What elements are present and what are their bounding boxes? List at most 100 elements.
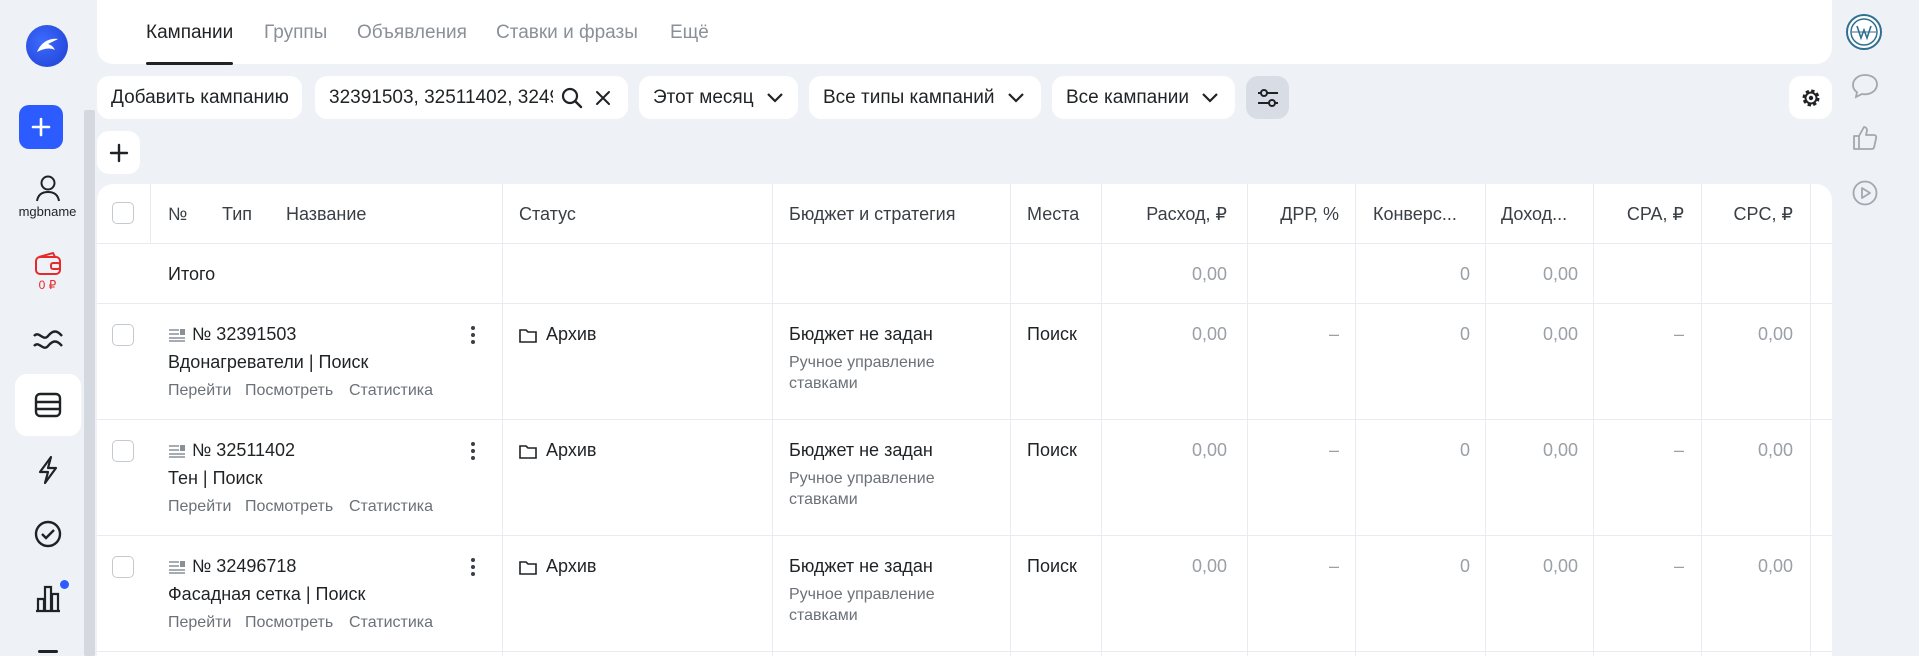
campaign-budget: Бюджет не задан: [789, 324, 933, 344]
campaign-number: № 32391503: [192, 324, 297, 344]
add-campaign-label: Добавить кампанию: [111, 86, 289, 108]
campaign-cpa: –: [1673, 324, 1684, 344]
plus-icon: [31, 117, 51, 137]
search-icon[interactable]: [561, 87, 583, 109]
chat-icon[interactable]: [1850, 71, 1880, 101]
campaign-number: № 32496718: [192, 556, 297, 576]
close-icon[interactable]: [595, 90, 611, 106]
stats-link[interactable]: Статистика: [349, 498, 433, 516]
go-link[interactable]: Перейти: [168, 498, 231, 516]
chevron-down-icon: [1202, 92, 1218, 103]
campaign-drr: –: [1328, 556, 1339, 576]
campaign-type-icon: [169, 445, 185, 458]
stats-link[interactable]: Статистика: [349, 382, 433, 400]
col-status[interactable]: Статус: [519, 204, 576, 225]
col-spend[interactable]: Расход, ₽: [1146, 204, 1227, 225]
left-sidebar: mgbname 0 ₽: [0, 0, 95, 656]
campaign-cpc: 0,00: [1757, 556, 1793, 576]
sidebar-scrollbar[interactable]: [84, 110, 95, 656]
campaign-type-icon: [169, 561, 185, 574]
table-icon: [34, 392, 61, 418]
row-checkbox[interactable]: [112, 556, 134, 578]
col-number[interactable]: №: [168, 204, 187, 225]
wallet-balance: 0 ₽: [38, 278, 57, 292]
stats-link[interactable]: Статистика: [349, 614, 433, 632]
select-all-checkbox[interactable]: [112, 202, 134, 224]
total-conversions: 0: [1459, 264, 1470, 284]
campaign-income: 0,00: [1542, 556, 1578, 576]
campaign-strategy: Ручное управление ставками: [789, 354, 935, 392]
chevron-down-icon: [1007, 92, 1024, 103]
campaign-conversions: 0: [1459, 440, 1470, 460]
sidebar-item-automation[interactable]: [0, 452, 95, 488]
period-select[interactable]: Этот месяц: [639, 76, 798, 119]
view-link[interactable]: Посмотреть: [245, 614, 333, 632]
campaign-spend: 0,00: [1191, 324, 1227, 344]
tab-groups[interactable]: Группы: [264, 22, 327, 44]
table-settings-button[interactable]: [1789, 76, 1832, 119]
kebab-icon[interactable]: [463, 322, 483, 348]
campaign-name[interactable]: Тен | Поиск: [168, 468, 263, 489]
campaign-type-icon: [169, 329, 185, 342]
tab-bids[interactable]: Ставки и фразы: [496, 22, 638, 44]
campaign-name[interactable]: Фасадная сетка | Поиск: [168, 584, 365, 605]
account-name: mgbname: [18, 204, 77, 219]
sidebar-item-analytics[interactable]: [0, 322, 95, 358]
sidebar-item-wallet[interactable]: 0 ₽: [0, 252, 95, 292]
col-cpc[interactable]: CPC, ₽: [1734, 204, 1793, 225]
col-name[interactable]: Название: [286, 204, 366, 225]
campaign-cpc: 0,00: [1757, 440, 1793, 460]
logo-icon[interactable]: [26, 25, 68, 67]
add-button[interactable]: [97, 131, 140, 174]
campaign-spend: 0,00: [1191, 556, 1227, 576]
sidebar-item-campaigns[interactable]: [0, 374, 95, 436]
more-icon[interactable]: [38, 650, 58, 653]
view-link[interactable]: Посмотреть: [245, 498, 333, 516]
create-button[interactable]: [19, 105, 63, 149]
folder-icon: [519, 445, 537, 459]
filter-icon: [1257, 88, 1278, 107]
col-conversions[interactable]: Конверс...: [1373, 204, 1457, 225]
campaigns-select[interactable]: Все кампании: [1052, 76, 1235, 119]
col-budget[interactable]: Бюджет и стратегия: [789, 204, 955, 225]
search-input[interactable]: 32391503, 32511402, 32496718: [329, 87, 553, 109]
campaign-status: Архив: [546, 440, 597, 460]
campaign-drr: –: [1328, 440, 1339, 460]
col-drr[interactable]: ДРР, %: [1280, 204, 1339, 225]
row-checkbox[interactable]: [112, 324, 134, 346]
view-link[interactable]: Посмотреть: [245, 382, 333, 400]
campaigns-select-value: Все кампании: [1066, 86, 1189, 108]
search-field[interactable]: 32391503, 32511402, 32496718: [315, 76, 628, 119]
tab-more[interactable]: Ещё: [670, 22, 709, 44]
row-checkbox[interactable]: [112, 440, 134, 462]
campaign-strategy: Ручное управление ставками: [789, 586, 935, 624]
campaign-drr: –: [1328, 324, 1339, 344]
campaign-places: Поиск: [1027, 556, 1077, 576]
col-income[interactable]: Доход...: [1501, 204, 1567, 225]
lightning-icon: [38, 455, 57, 485]
thumbs-up-icon[interactable]: [1850, 123, 1880, 153]
go-link[interactable]: Перейти: [168, 614, 231, 632]
sidebar-item-tasks[interactable]: [0, 516, 95, 552]
campaign-types-select[interactable]: Все типы кампаний: [809, 76, 1041, 119]
campaign-name[interactable]: Вдонагреватели | Поиск: [168, 352, 368, 373]
play-icon[interactable]: [1850, 178, 1880, 208]
kebab-icon[interactable]: [463, 554, 483, 580]
col-places[interactable]: Места: [1027, 204, 1079, 225]
avatar[interactable]: [1846, 14, 1882, 50]
bar-chart-icon: [35, 585, 60, 613]
tab-campaigns[interactable]: Кампании: [146, 22, 234, 65]
filter-settings-button[interactable]: [1246, 76, 1289, 119]
sidebar-item-account[interactable]: mgbname: [0, 174, 95, 219]
campaign-cpc: 0,00: [1757, 324, 1793, 344]
notification-dot: [60, 580, 69, 589]
col-cpa[interactable]: CPA, ₽: [1627, 204, 1684, 225]
wallet-icon: [34, 252, 61, 275]
go-link[interactable]: Перейти: [168, 382, 231, 400]
sidebar-item-reports[interactable]: [0, 580, 95, 616]
tab-ads[interactable]: Объявления: [357, 22, 467, 44]
col-type[interactable]: Тип: [222, 204, 252, 225]
add-campaign-button[interactable]: Добавить кампанию: [97, 76, 302, 119]
campaign-cpa: –: [1673, 440, 1684, 460]
kebab-icon[interactable]: [463, 438, 483, 464]
